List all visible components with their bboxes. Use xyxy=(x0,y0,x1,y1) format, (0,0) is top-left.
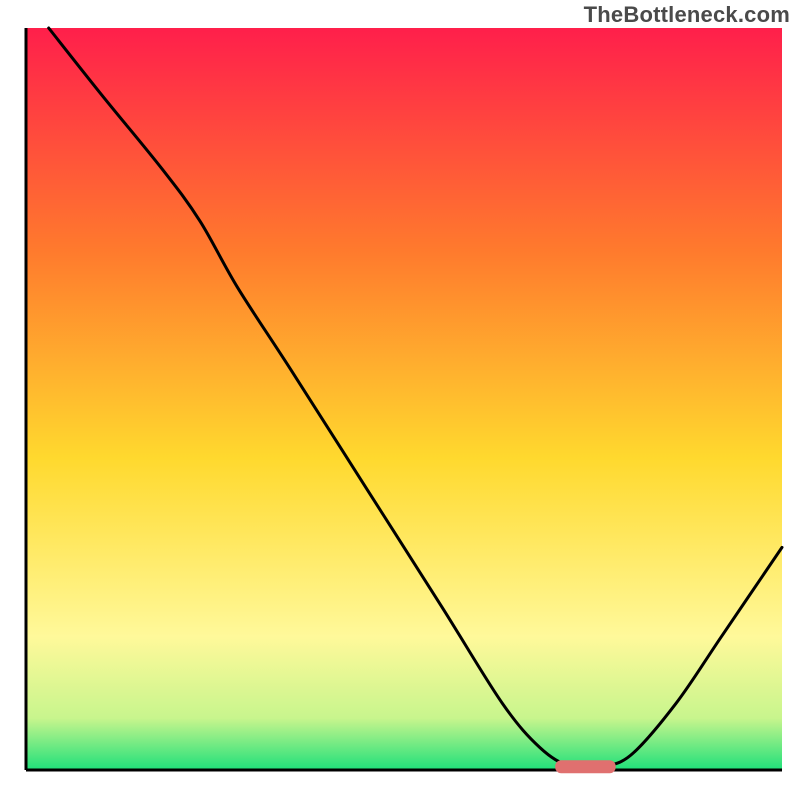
bottleneck-chart xyxy=(0,0,800,800)
optimal-marker xyxy=(555,760,615,773)
chart-frame: { "watermark": "TheBottleneck.com", "col… xyxy=(0,0,800,800)
